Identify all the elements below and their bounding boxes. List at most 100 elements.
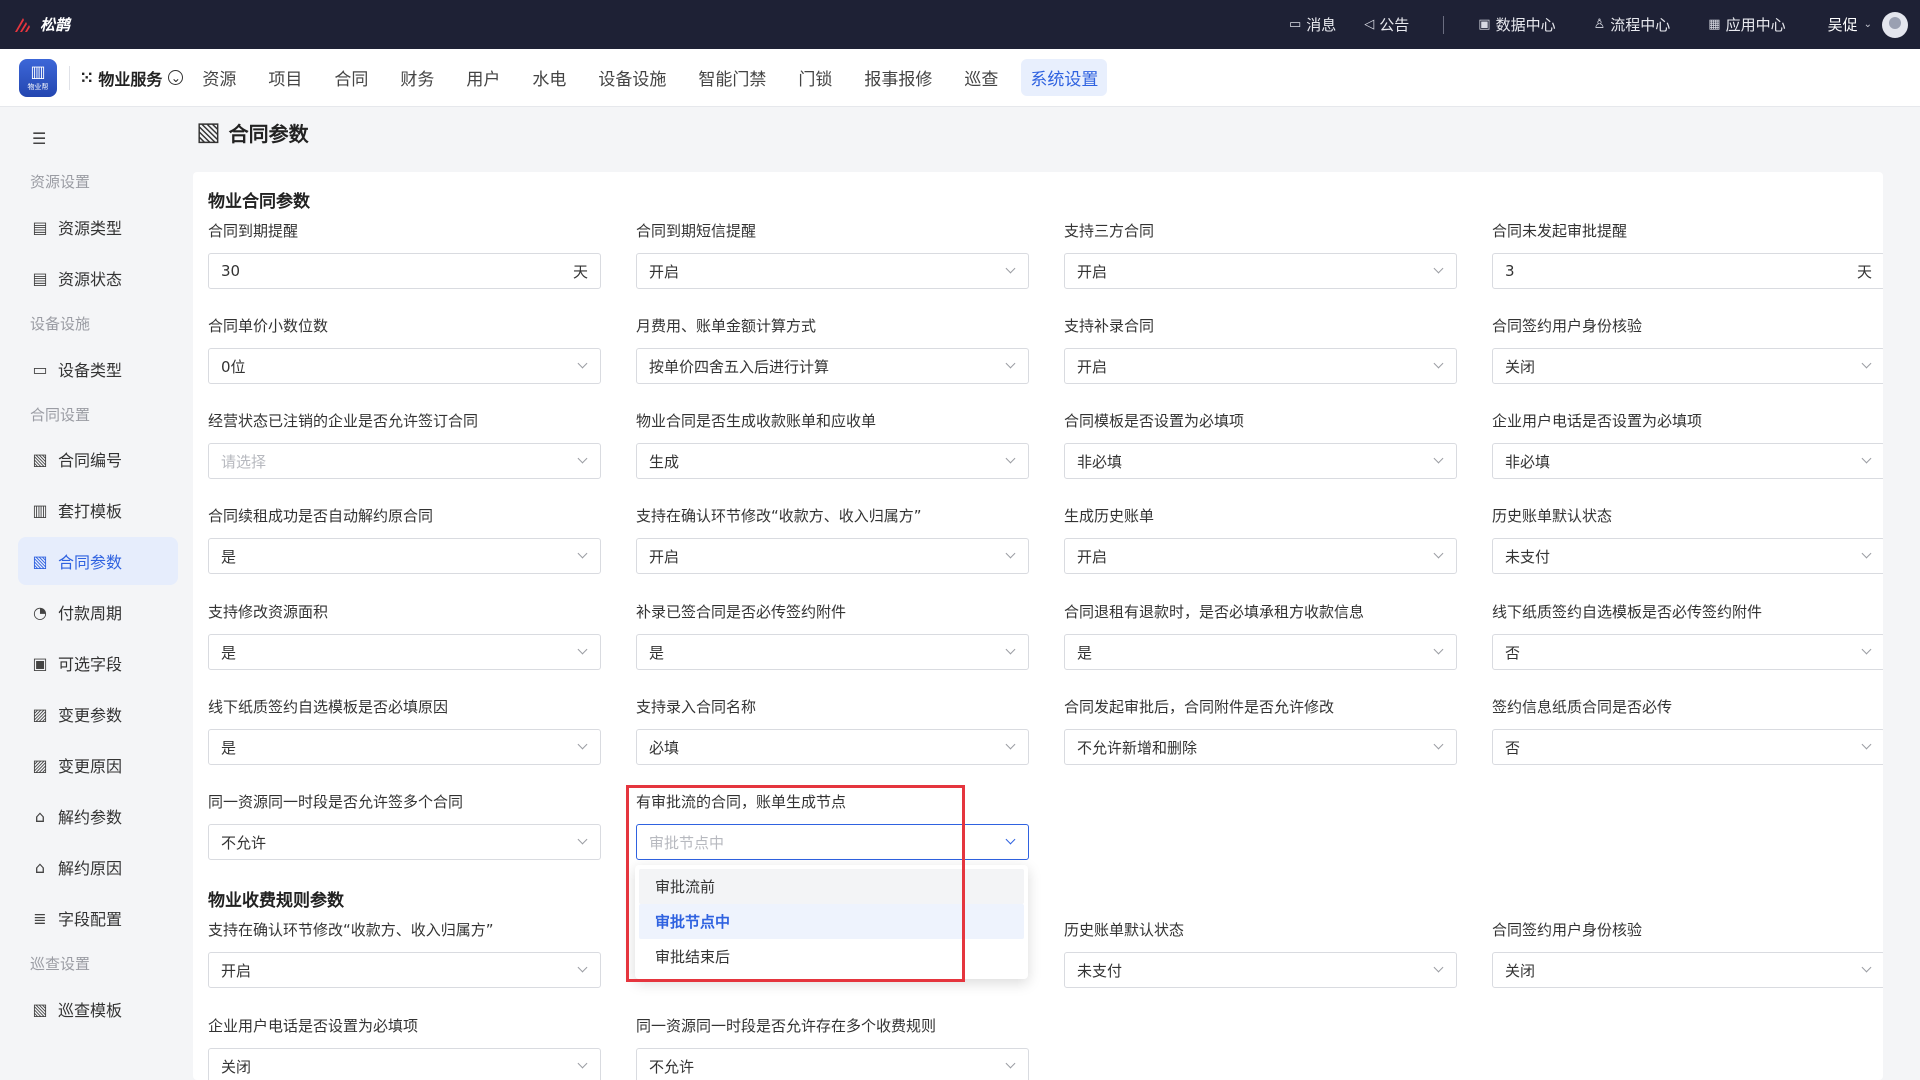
sidebar-item-change-reasons[interactable]: ▨ 变更原因: [18, 741, 178, 789]
field-identity-verification: 合同签约用户身份核验 关闭: [1492, 315, 1883, 384]
select-value: 是: [221, 643, 237, 662]
change-icon: ▨: [32, 704, 48, 724]
sidebar-item-termination-params[interactable]: ⌂ 解约参数: [18, 792, 178, 840]
field-edit-resource-area: 支持修改资源面积 是: [208, 601, 601, 670]
field-unapproved-reminder: 合同未发起审批提醒 3天: [1492, 220, 1883, 289]
field-label: 生成历史账单: [1064, 507, 1155, 525]
select[interactable]: 开启: [1064, 348, 1457, 384]
select[interactable]: 否: [1492, 729, 1883, 765]
tab-users[interactable]: 用户: [457, 59, 509, 96]
select[interactable]: 不允许: [208, 824, 601, 860]
user-menu[interactable]: 吴促 ⌄: [1828, 11, 1908, 38]
select[interactable]: 未支付: [1064, 952, 1457, 988]
dropdown-option[interactable]: 审批流前: [639, 869, 1024, 904]
chevron-down-icon: [1862, 551, 1872, 561]
field-auto-terminate-original: 合同续租成功是否自动解约原合同 是: [208, 505, 601, 574]
select[interactable]: 是: [208, 538, 601, 574]
select-value: 未支付: [1505, 547, 1551, 566]
select[interactable]: 请选择: [208, 443, 601, 479]
top-nav-messages[interactable]: ▭ 消息: [1289, 14, 1336, 35]
number-input[interactable]: 30 天: [208, 253, 601, 289]
sidebar-item-contract-params[interactable]: ▧ 合同参数: [18, 537, 178, 585]
tab-door-locks[interactable]: 门锁: [789, 59, 841, 96]
number-input[interactable]: 3天: [1492, 253, 1883, 289]
app-logo[interactable]: ▥ 物业帮: [19, 58, 57, 97]
top-nav-announcements[interactable]: ◁ 公告: [1364, 14, 1409, 35]
select[interactable]: 是: [636, 634, 1029, 670]
select[interactable]: 开启: [636, 538, 1029, 574]
tab-access-control[interactable]: 智能门禁: [689, 59, 775, 96]
sidebar-item-patrol-template[interactable]: ▧ 巡查模板: [18, 985, 178, 1033]
sidebar-item-resource-status[interactable]: ▤ 资源状态: [18, 254, 178, 302]
sidebar-item-field-config[interactable]: ≣ 字段配置: [18, 894, 178, 942]
sidebar-item-resource-type[interactable]: ▤ 资源类型: [18, 203, 178, 251]
field-deregistered-company: 经营状态已注销的企业是否允许签订合同 请选择: [208, 410, 601, 479]
select[interactable]: 必填: [636, 729, 1029, 765]
tab-resources[interactable]: 资源: [193, 59, 245, 96]
select[interactable]: 是: [208, 634, 601, 670]
field-label: 补录已签合同是否必传签约附件: [636, 603, 847, 621]
app-switcher[interactable]: ⁙ 物业服务 ⌄: [80, 66, 184, 90]
field-contract-name: 支持录入合同名称 必填: [636, 696, 1029, 765]
tab-patrol[interactable]: 巡查: [955, 59, 1007, 96]
select[interactable]: 生成: [636, 443, 1029, 479]
select[interactable]: 未支付: [1492, 538, 1883, 574]
select[interactable]: 是: [208, 729, 601, 765]
top-nav-data-center[interactable]: ▣ 数据中心: [1478, 14, 1555, 35]
select[interactable]: 不允许: [636, 1048, 1029, 1080]
select[interactable]: 关闭: [208, 1048, 601, 1080]
select[interactable]: 审批节点中: [636, 824, 1029, 860]
field-label: 合同续租成功是否自动解约原合同: [208, 507, 434, 525]
field-edit-payee: 支持在确认环节修改“收款方、收入归属方” 开启: [636, 505, 1029, 574]
sidebar-item-termination-reasons[interactable]: ⌂ 解约原因: [18, 843, 178, 891]
collapse-menu-icon[interactable]: ☰: [32, 129, 46, 148]
tab-contracts[interactable]: 合同: [325, 59, 377, 96]
select[interactable]: 开启: [636, 253, 1029, 289]
sidebar-item-device-type[interactable]: ▭ 设备类型: [18, 345, 178, 393]
select[interactable]: 关闭: [1492, 952, 1883, 988]
select[interactable]: 按单价四舍五入后进行计算: [636, 348, 1029, 384]
select[interactable]: 不允许新增和删除: [1064, 729, 1457, 765]
select-value: 0位: [221, 357, 246, 376]
chevron-down-icon: [1862, 647, 1872, 657]
select[interactable]: 非必填: [1064, 443, 1457, 479]
select[interactable]: 开启: [208, 952, 601, 988]
select[interactable]: 开启: [1064, 253, 1457, 289]
select[interactable]: 开启: [1064, 538, 1457, 574]
avatar[interactable]: [1882, 11, 1908, 38]
field-label: 同一资源同一时段是否允许签多个合同: [208, 793, 464, 811]
sidebar-item-label: 字段配置: [58, 910, 123, 929]
field-label: 线下纸质签约自选模板是否必填原因: [208, 698, 449, 716]
select-value: 开启: [221, 961, 252, 980]
top-nav-app-center[interactable]: ▦ 应用中心: [1708, 14, 1785, 35]
sidebar-item-payment-cycle[interactable]: ◔ 付款周期: [18, 588, 178, 636]
top-nav-label: 数据中心: [1495, 16, 1556, 34]
top-nav-workflow[interactable]: ♙ 流程中心: [1594, 14, 1671, 35]
select-value: 未支付: [1077, 961, 1123, 980]
select[interactable]: 0位: [208, 348, 601, 384]
sidebar-item-label: 变更参数: [58, 706, 123, 725]
tab-utilities[interactable]: 水电: [523, 59, 575, 96]
sidebar-item-change-params[interactable]: ▨ 变更参数: [18, 690, 178, 738]
sidebar-item-optional-fields[interactable]: ▣ 可选字段: [18, 639, 178, 687]
select[interactable]: 关闭: [1492, 348, 1883, 384]
field-offline-reason: 线下纸质签约自选模板是否必填原因 是: [208, 696, 601, 765]
sidebar-item-print-template[interactable]: ▥ 套打模板: [18, 486, 178, 534]
sidebar-item-label: 合同编号: [58, 451, 123, 470]
brand-logo[interactable]: 松鹊: [12, 14, 70, 36]
chevron-down-icon: [1862, 361, 1872, 371]
select[interactable]: 否: [1492, 634, 1883, 670]
tab-system-settings[interactable]: 系统设置: [1021, 59, 1108, 96]
tab-facilities[interactable]: 设备设施: [589, 59, 675, 96]
chevron-down-icon: [1434, 361, 1444, 371]
sidebar-item-contract-number[interactable]: ▧ 合同编号: [18, 435, 178, 483]
select[interactable]: 非必填: [1492, 443, 1883, 479]
dropdown-option-selected[interactable]: 审批节点中: [639, 904, 1024, 939]
select-value: 开启: [1077, 357, 1108, 376]
tab-finance[interactable]: 财务: [391, 59, 443, 96]
tab-repairs[interactable]: 报事报修: [855, 59, 941, 96]
dropdown-option[interactable]: 审批结束后: [639, 939, 1024, 974]
select[interactable]: 是: [1064, 634, 1457, 670]
field-fee-phone-required: 企业用户电话是否设置为必填项 关闭: [208, 1015, 601, 1080]
tab-projects[interactable]: 项目: [259, 59, 311, 96]
